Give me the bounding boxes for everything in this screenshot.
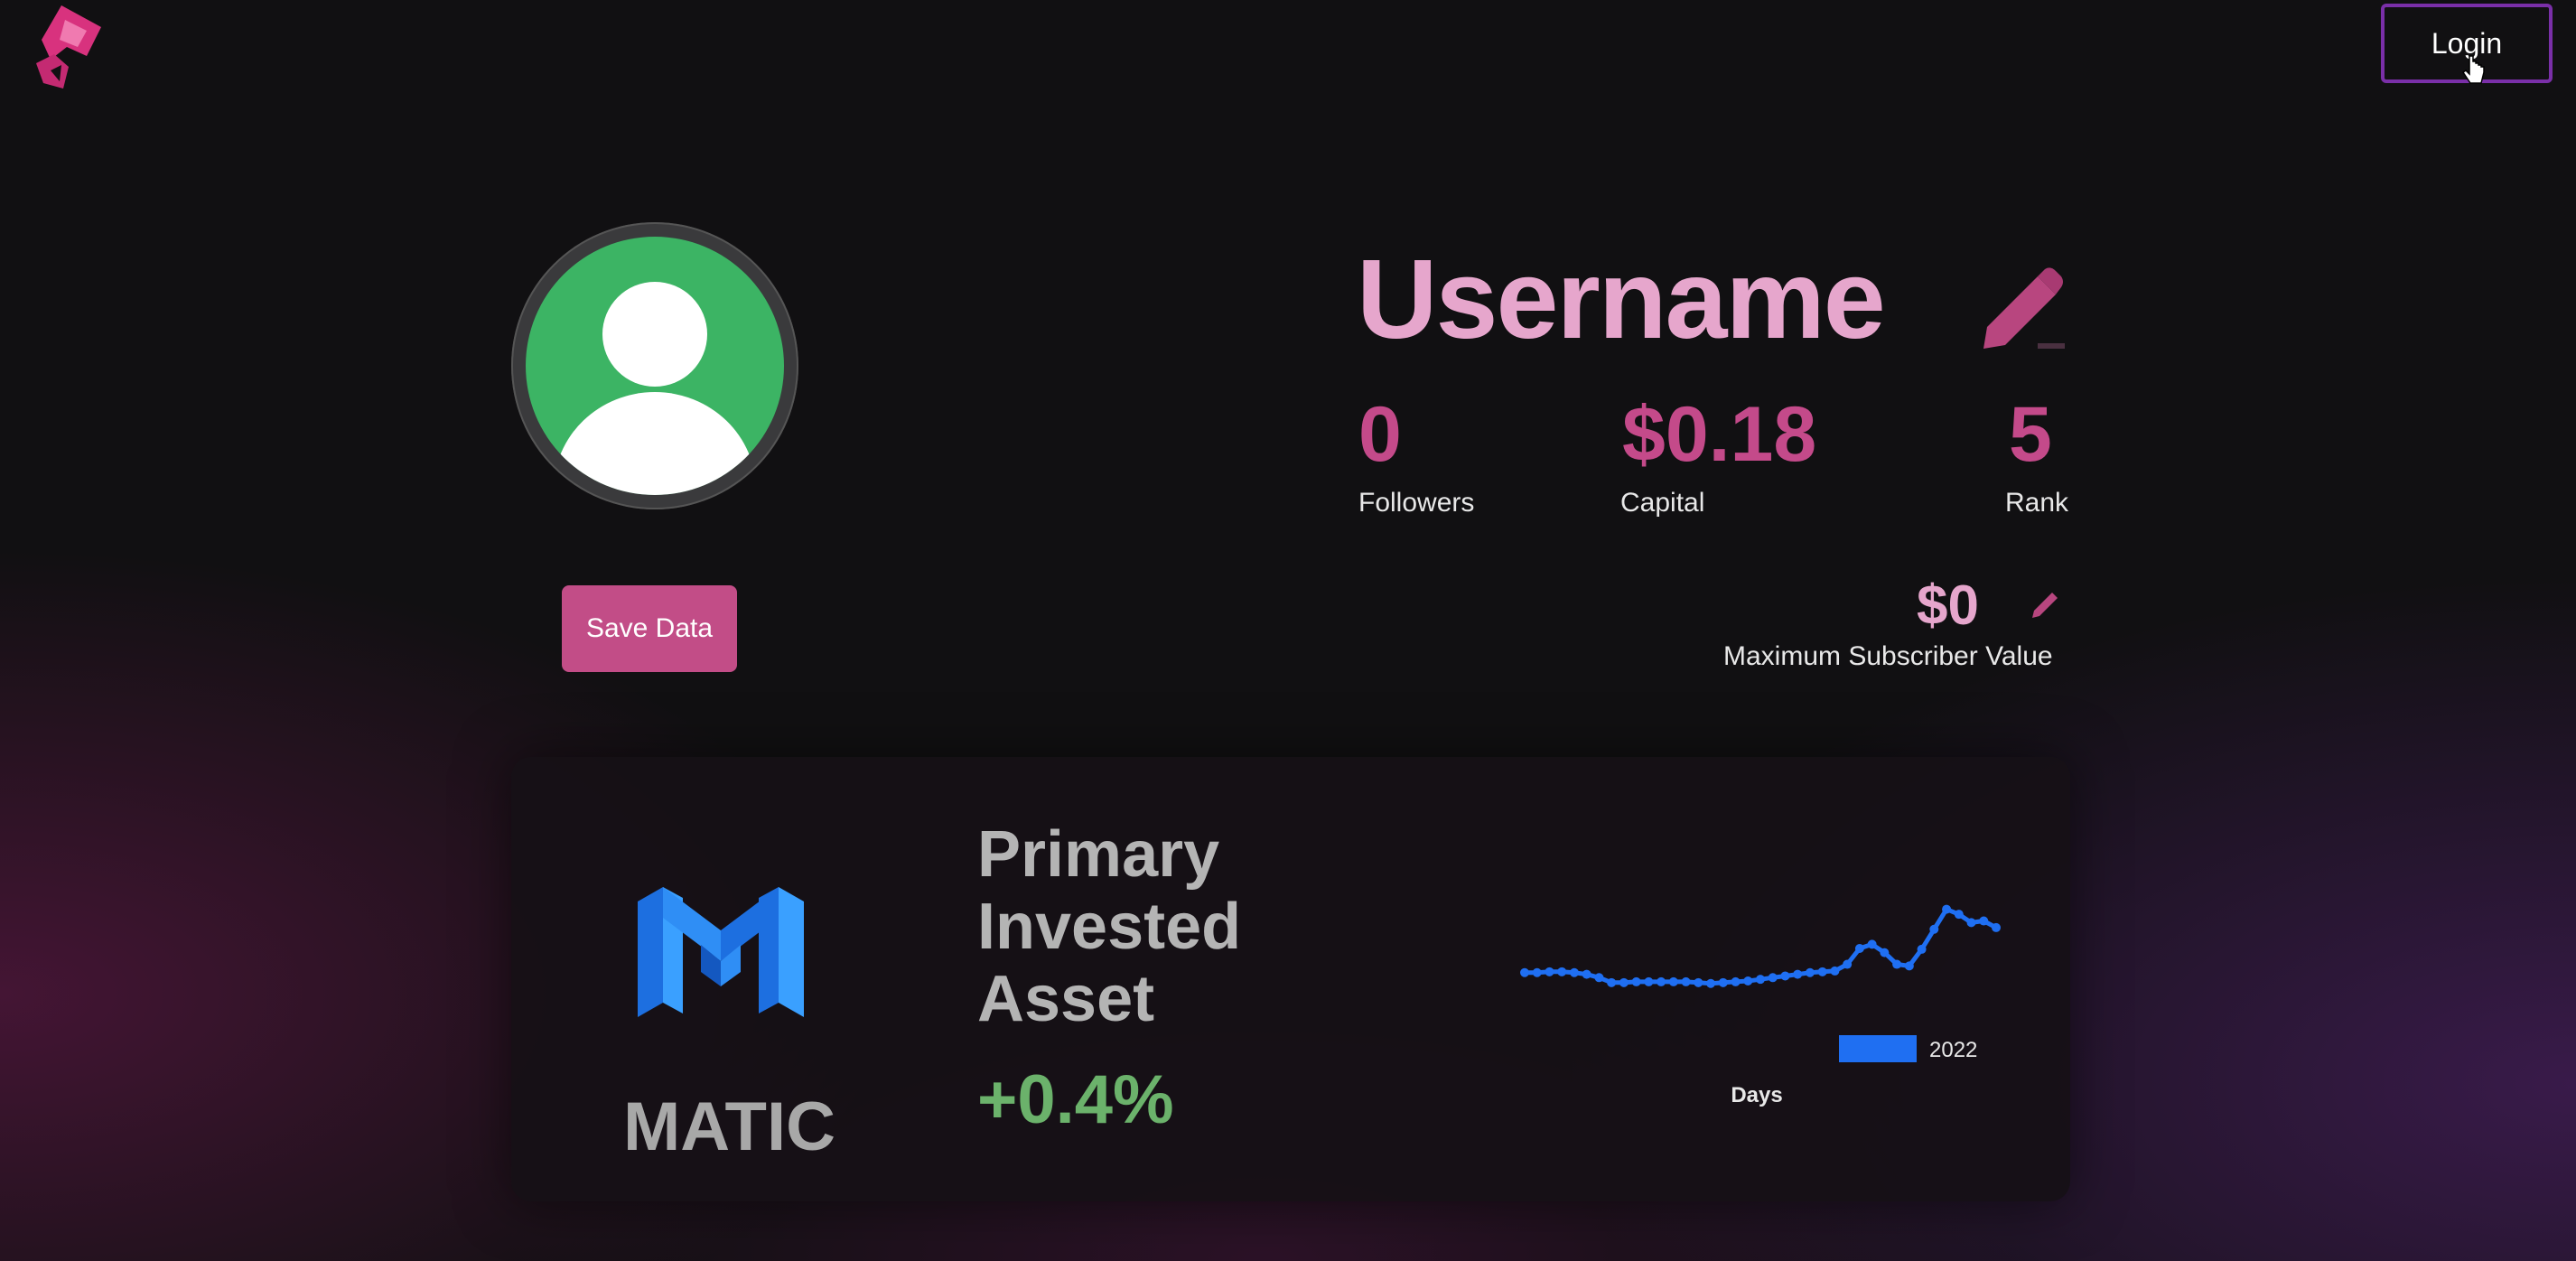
username-heading: Username xyxy=(1357,238,1886,362)
asset-title-line-2: Invested xyxy=(977,891,1242,963)
max-subscriber-value: $0 xyxy=(1917,574,1979,637)
chart-point xyxy=(1854,944,1864,953)
chart-point xyxy=(1880,948,1890,957)
chart-x-axis-label: Days xyxy=(1731,1083,1782,1107)
asset-title-line-3: Asset xyxy=(977,963,1155,1035)
chart-point xyxy=(1793,969,1803,979)
followers-label: Followers xyxy=(1358,488,1475,518)
chart-point xyxy=(1731,976,1741,986)
max-subscriber-label: Maximum Subscriber Value xyxy=(1723,641,2053,671)
chart-series-line xyxy=(1525,907,1998,986)
chart-point xyxy=(1917,944,1927,954)
chart-point xyxy=(1557,967,1567,976)
pointer-cursor-icon xyxy=(2462,55,2485,84)
chart-point xyxy=(1520,967,1529,977)
chart-point xyxy=(1892,959,1902,969)
avatar[interactable] xyxy=(511,222,798,509)
capital-value: $0.18 xyxy=(1622,391,1817,478)
chart-point xyxy=(1768,973,1778,983)
chart-legend-swatch xyxy=(1839,1035,1917,1062)
chart-point xyxy=(1718,977,1728,987)
edit-max-subscriber-icon[interactable] xyxy=(2030,587,2063,620)
asset-title: Primary Invested Asset xyxy=(977,818,1241,1035)
app-logo[interactable] xyxy=(23,0,117,96)
chart-point xyxy=(1843,959,1853,969)
chart-point xyxy=(1631,976,1641,986)
chart-point xyxy=(1966,918,1976,928)
chart-point xyxy=(1904,961,1914,971)
chart-point xyxy=(1805,967,1815,977)
chart-point xyxy=(1657,976,1666,986)
chart-point xyxy=(1569,967,1579,977)
chart-point xyxy=(1867,939,1877,949)
chart-point xyxy=(1582,969,1591,979)
chart-point xyxy=(1668,976,1678,986)
chart-point xyxy=(1681,976,1691,986)
followers-count: 0 xyxy=(1358,391,1402,478)
rank-value: 5 xyxy=(2009,391,2052,478)
asset-change-percent: +0.4% xyxy=(977,1061,1174,1138)
chart-point xyxy=(1594,973,1604,983)
chart-point xyxy=(1532,967,1542,977)
matic-logo-icon xyxy=(638,887,804,1017)
chart-point xyxy=(1929,924,1939,934)
chart-point xyxy=(1756,975,1765,985)
chart-point xyxy=(1607,977,1617,987)
chart-point xyxy=(1992,922,2001,932)
rank-label: Rank xyxy=(2005,488,2069,518)
capital-label: Capital xyxy=(1620,488,1705,518)
user-avatar-icon xyxy=(526,237,784,495)
chart-legend-label: 2022 xyxy=(1929,1038,1977,1062)
chart-point xyxy=(1954,910,1964,920)
chart-point xyxy=(1743,976,1753,985)
chart-point xyxy=(1830,966,1840,976)
chart-point xyxy=(1706,978,1716,988)
chart-point xyxy=(1694,977,1703,987)
chart-point xyxy=(1644,976,1654,986)
chart-point xyxy=(1942,904,1952,914)
chart-point xyxy=(1619,977,1629,987)
chart-point xyxy=(1817,967,1827,976)
chart-point xyxy=(1979,916,1989,926)
edit-username-icon[interactable] xyxy=(1974,260,2070,354)
asset-token-name: MATIC xyxy=(623,1088,835,1165)
chart-point xyxy=(1545,967,1554,976)
asset-price-chart: 2022 Days xyxy=(1520,904,2001,1107)
asset-title-line-1: Primary xyxy=(977,818,1220,891)
save-data-button[interactable]: Save Data xyxy=(562,585,737,672)
chart-point xyxy=(1780,971,1790,981)
